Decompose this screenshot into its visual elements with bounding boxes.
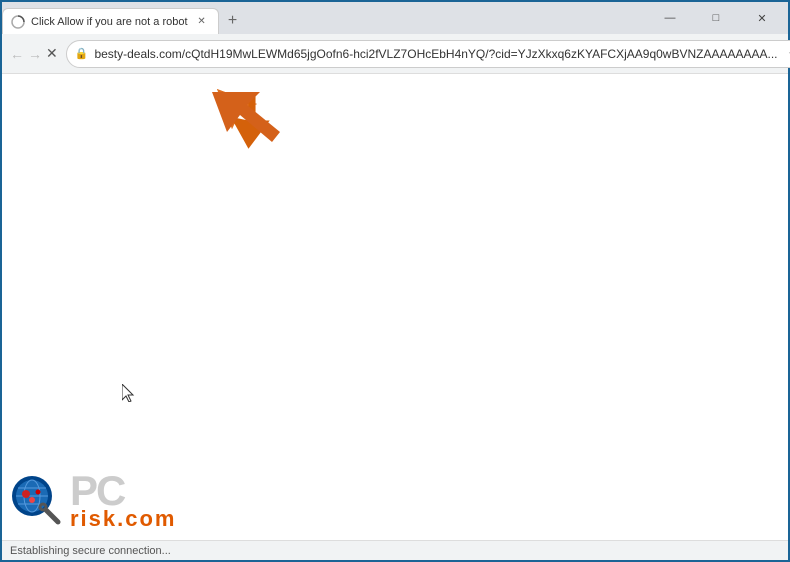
tab-strip: Click Allow if you are not a robot ✕ + <box>2 2 644 34</box>
titlebar: Click Allow if you are not a robot ✕ + —… <box>2 2 788 34</box>
new-tab-button[interactable]: + <box>219 8 247 34</box>
maximize-button[interactable]: □ <box>694 2 738 34</box>
address-icons: ☆ <box>784 44 790 64</box>
active-tab[interactable]: Click Allow if you are not a robot ✕ <box>2 8 219 34</box>
forward-button[interactable]: → <box>28 40 42 68</box>
status-text: Establishing secure connection... <box>10 545 171 557</box>
pcrisk-risk-text: risk.com <box>70 508 177 530</box>
mouse-cursor <box>122 384 136 402</box>
tab-favicon <box>11 15 25 29</box>
lock-icon: 🔒 <box>75 47 89 60</box>
back-icon: ← <box>10 46 24 62</box>
url-text: besty-deals.com/cQtdH19MwLEWMd65jgOofn6-… <box>94 47 777 61</box>
window-controls: — □ ✕ <box>644 2 788 34</box>
arrow-pointing-up-left <box>202 82 292 177</box>
address-bar[interactable]: 🔒 besty-deals.com/cQtdH19MwLEWMd65jgOofn… <box>66 40 790 68</box>
statusbar: Establishing secure connection... <box>2 540 788 560</box>
tab-close-button[interactable]: ✕ <box>194 14 210 30</box>
forward-icon: → <box>28 46 42 62</box>
minimize-button[interactable]: — <box>648 2 692 34</box>
pcrisk-watermark: PC risk.com <box>2 460 282 540</box>
reload-icon: ✕ <box>46 45 58 62</box>
pcrisk-logo <box>10 474 62 526</box>
bookmark-icon[interactable]: ☆ <box>784 44 790 64</box>
close-button[interactable]: ✕ <box>740 2 784 34</box>
browser-window: Click Allow if you are not a robot ✕ + —… <box>0 0 790 562</box>
reload-button[interactable]: ✕ <box>46 40 58 68</box>
back-button[interactable]: ← <box>10 40 24 68</box>
pcrisk-text: PC risk.com <box>70 470 177 530</box>
page-content: PC risk.com <box>2 74 788 540</box>
tab-title: Click Allow if you are not a robot <box>31 16 188 28</box>
toolbar: ← → ✕ 🔒 besty-deals.com/cQtdH19MwLEWMd65… <box>2 34 788 74</box>
